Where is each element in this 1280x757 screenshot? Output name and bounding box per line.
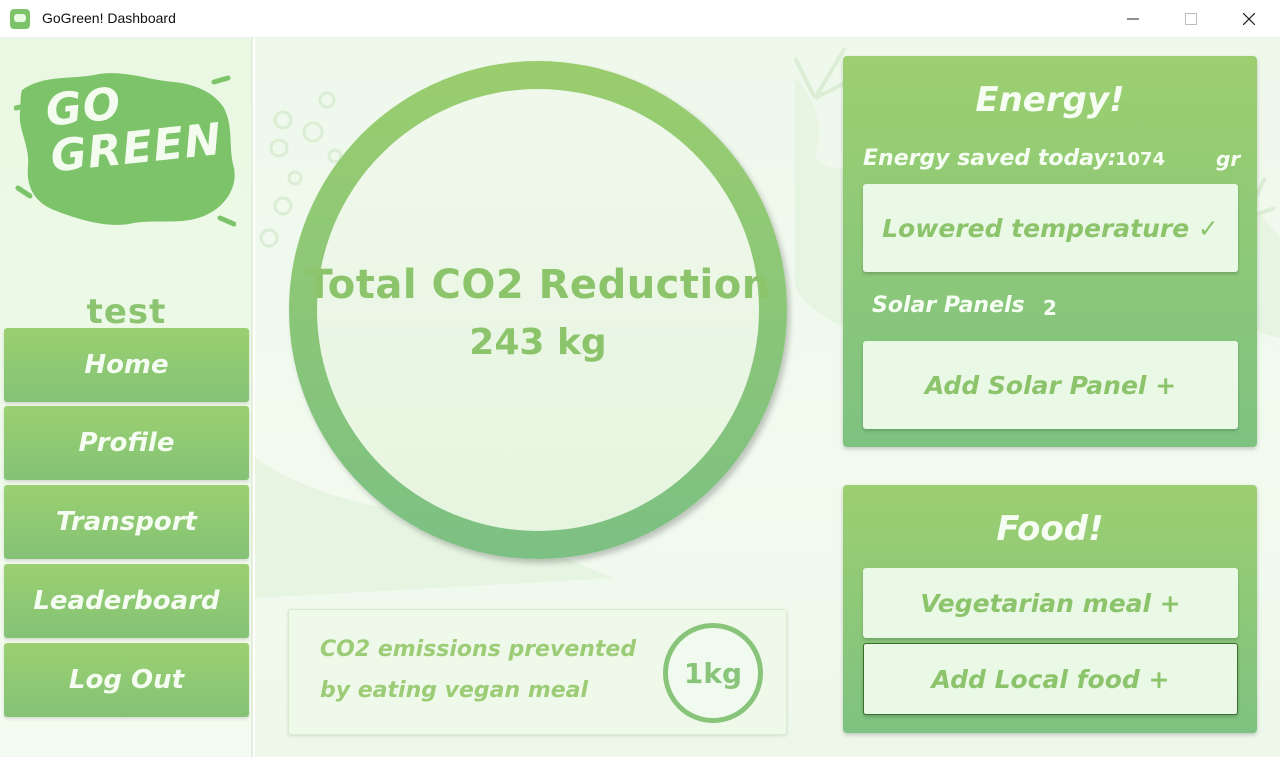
add-solar-panel-button[interactable]: Add Solar Panel + (863, 341, 1238, 429)
vegan-amount-badge: 1kg (663, 623, 763, 723)
food-title: Food! (996, 509, 1104, 549)
co2-title: Total CO2 Reduction (305, 262, 771, 308)
nav-profile-button[interactable]: Profile (4, 406, 249, 480)
maximize-icon (1185, 13, 1197, 25)
solar-panels-label: Solar Panels (872, 293, 1025, 318)
maximize-button[interactable] (1162, 0, 1220, 38)
logo-text: GO GREEN (43, 78, 225, 183)
logout-button[interactable]: Log Out (4, 643, 249, 717)
nav-leaderboard-button[interactable]: Leaderboard (4, 564, 249, 638)
title-bar: GoGreen! Dashboard (0, 0, 1280, 38)
vegetarian-meal-button[interactable]: Vegetarian meal + (863, 568, 1238, 638)
vegan-info-line1: CO2 emissions prevented (320, 637, 637, 662)
nav-transport-button[interactable]: Transport (4, 485, 249, 559)
energy-saved-value: 1074 (1115, 149, 1166, 170)
app-icon (10, 9, 30, 29)
co2-value: 243 kg (469, 322, 607, 363)
close-button[interactable] (1220, 0, 1278, 38)
username: test (86, 292, 167, 332)
window-title: GoGreen! Dashboard (42, 10, 176, 26)
add-local-food-button[interactable]: Add Local food + (863, 643, 1238, 715)
co2-circle-face (317, 89, 759, 531)
minimize-icon (1127, 18, 1139, 20)
energy-saved-unit: gr (1216, 147, 1241, 171)
lowered-temperature-button[interactable]: Lowered temperature ✓ (863, 184, 1238, 272)
nav-home-button[interactable]: Home (4, 328, 249, 402)
energy-saved-label: Energy saved today: (863, 146, 1117, 171)
close-icon (1243, 13, 1255, 25)
solar-panels-count: 2 (1043, 296, 1057, 320)
vegan-info-line2: by eating vegan meal (320, 678, 589, 703)
energy-title: Energy! (975, 80, 1125, 120)
minimize-button[interactable] (1104, 0, 1162, 38)
